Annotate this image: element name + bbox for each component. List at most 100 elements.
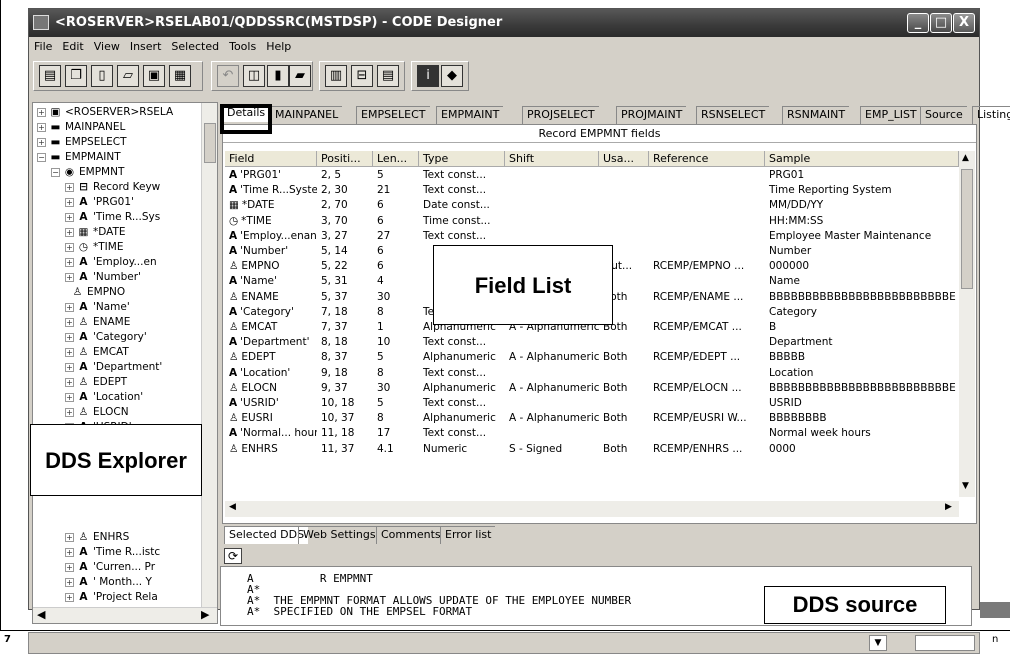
grid-vertical-scrollbar[interactable]: ▲ ▼ [959,151,975,497]
expand-icon[interactable]: + [65,347,74,357]
tree-item[interactable]: + A 'Location' [65,390,143,405]
tab-projmaint[interactable]: PROJMAINT [616,106,687,124]
tree-item[interactable]: + ▬ MAINPANEL [37,120,125,135]
table-row[interactable]: ♙ EDEPT 8, 37 5 Alphanumeric A - Alphanumeric… [225,350,959,365]
close-button[interactable]: X [953,13,975,33]
column-header[interactable]: Usa... [599,151,649,167]
app-icon[interactable] [33,15,49,30]
expand-icon[interactable]: + [65,317,74,327]
scroll-up-icon[interactable]: ▲ [962,153,969,163]
tab-error-list[interactable]: Error list [440,526,496,544]
undo-icon[interactable]: ↶ [217,65,239,87]
tree-item[interactable]: + ♙ ENHRS [65,530,129,545]
copy-icon[interactable]: ❐ [65,65,87,87]
expand-icon[interactable]: + [65,532,74,542]
new-icon[interactable]: ▯ [91,65,113,87]
screen-icon[interactable]: ▥ [325,65,347,87]
tab-source[interactable]: Source [920,106,967,124]
tab-comments[interactable]: Comments [376,526,445,544]
tree-item[interactable]: + A 'Curren... Pr [65,560,155,575]
tree-vertical-scrollbar[interactable] [201,103,217,607]
column-header[interactable]: Len... [373,151,419,167]
tab-web-settings[interactable]: Web Settings [298,526,380,544]
table-row[interactable]: A 'USRID' 10, 18 5 Text const... USRID [225,396,959,411]
open-icon[interactable]: ▱ [117,65,139,87]
expand-icon[interactable]: + [37,107,46,117]
tree-horizontal-scrollbar[interactable]: ◀ ▶ [33,607,217,623]
tree-item[interactable]: + A 'Number' [65,270,141,285]
tree-item[interactable]: + A 'Department' [65,360,162,375]
expand-icon[interactable]: + [65,227,74,237]
menu-tools[interactable]: Tools [224,37,261,53]
record-keyword-icon[interactable]: ⊟ [351,65,373,87]
expand-icon[interactable]: + [65,272,74,282]
tree-item[interactable]: + ♙ ELOCN [65,405,129,420]
column-header[interactable]: Field [225,151,317,167]
expand-icon[interactable]: + [65,392,74,402]
tab-selected-dds[interactable]: Selected DDS [224,526,309,544]
menu-file[interactable]: File [29,37,57,53]
table-row[interactable]: A 'Department' 8, 18 10 Text const... Departm… [225,335,959,350]
table-row[interactable]: A'Employ...enance' 3, 27 27 Text const... Em… [225,229,959,244]
table-row[interactable]: ◷ *TIME 3, 70 6 Time const... HH:MM:SS [225,214,959,229]
tab-rsnmaint[interactable]: RSNMAINT [782,106,850,124]
scroll-right-icon[interactable]: ▶ [201,608,209,621]
refresh-icon[interactable]: ⟳ [224,548,242,564]
tab-emp-list[interactable]: EMP_LIST [860,106,921,124]
tree-item[interactable]: + A 'Category' [65,330,147,345]
expand-icon[interactable]: + [65,197,74,207]
column-header[interactable]: Type [419,151,505,167]
table-row[interactable]: A 'Location' 9, 18 8 Text const... Location [225,366,959,381]
tree-item[interactable]: + A ' Month... Y [65,575,152,590]
field-grid[interactable]: Field Positi... Len... Type Shift Usa... Refer… [225,151,959,501]
info-icon[interactable]: i [417,65,439,87]
menu-insert[interactable]: Insert [125,37,167,53]
expand-icon[interactable]: + [65,257,74,267]
tree-item[interactable]: + ◷ *TIME [65,240,123,255]
table-row[interactable]: ▦ *DATE 2, 70 6 Date const... MM/DD/YY [225,198,959,213]
expand-icon[interactable]: + [37,122,46,132]
table-row[interactable]: A'Time R...System' 2, 30 21 Text const... Ti… [225,183,959,198]
tree-item[interactable]: + ▦ *DATE [65,225,126,240]
menu-edit[interactable]: Edit [57,37,88,53]
column-header[interactable]: Shift [505,151,599,167]
expand-icon[interactable]: + [65,362,74,372]
menu-help[interactable]: Help [261,37,296,53]
edit-format-icon[interactable]: ▰ [289,65,311,87]
tree-item[interactable]: + A 'PRG01' [65,195,134,210]
title-bar[interactable]: <ROSERVER>RSELAB01/QDDSSRC(MSTDSP) - COD… [29,9,979,37]
grid-horizontal-scrollbar[interactable]: ◀ ▶ [225,501,959,517]
expand-icon[interactable]: + [65,407,74,417]
tree-item[interactable]: + ▬ EMPSELECT [37,135,127,150]
menu-view[interactable]: View [89,37,125,53]
tree-item[interactable]: − ◉ EMPMNT [51,165,124,180]
expand-icon[interactable]: + [65,302,74,312]
table-row[interactable]: ♙ ENHRS 11, 37 4.1 Numeric S - Signed Both RCEM… [225,442,959,457]
tree-item[interactable]: + A 'Time R...istc [65,545,160,560]
scroll-left-icon[interactable]: ◀ [229,502,236,512]
tree-item[interactable]: + ▣ <ROSERVER>RSELA [37,105,173,120]
tree-item[interactable]: + A 'Time R...Sys [65,210,160,225]
tab-listing[interactable]: Listing [972,106,1010,124]
table-row[interactable]: A'Normal... hours' 11, 18 17 Text const... N… [225,426,959,441]
expand-icon[interactable]: + [65,577,74,587]
tab-empmaint[interactable]: EMPMAINT [436,106,504,124]
save-icon[interactable]: ▣ [143,65,165,87]
tree-item[interactable]: + A 'Project Rela [65,590,158,605]
save-all-icon[interactable]: ▦ [169,65,191,87]
maximize-button[interactable]: □ [930,13,952,33]
tree-item[interactable]: + ♙ ENAME [65,315,130,330]
tab-rsnselect[interactable]: RSNSELECT [696,106,770,124]
tree-item[interactable]: + ♙ EDEPT [65,375,127,390]
collapse-icon[interactable]: − [37,152,46,162]
expand-icon[interactable]: + [65,547,74,557]
tree-item[interactable]: + A 'Name' [65,300,130,315]
tree-item[interactable]: + ⊟ Record Keyw [65,180,160,195]
tree-item[interactable]: ♙ EMPNO [71,285,125,300]
scroll-down-icon[interactable]: ▼ [962,481,969,491]
tab-projselect[interactable]: PROJSELECT [522,106,599,124]
table-row[interactable]: ♙ EUSRI 10, 37 8 Alphanumeric A - Alphanumeri… [225,411,959,426]
edit-icon[interactable]: ▮ [267,65,289,87]
tab-empselect[interactable]: EMPSELECT [356,106,430,124]
menu-selected[interactable]: Selected [166,37,224,53]
